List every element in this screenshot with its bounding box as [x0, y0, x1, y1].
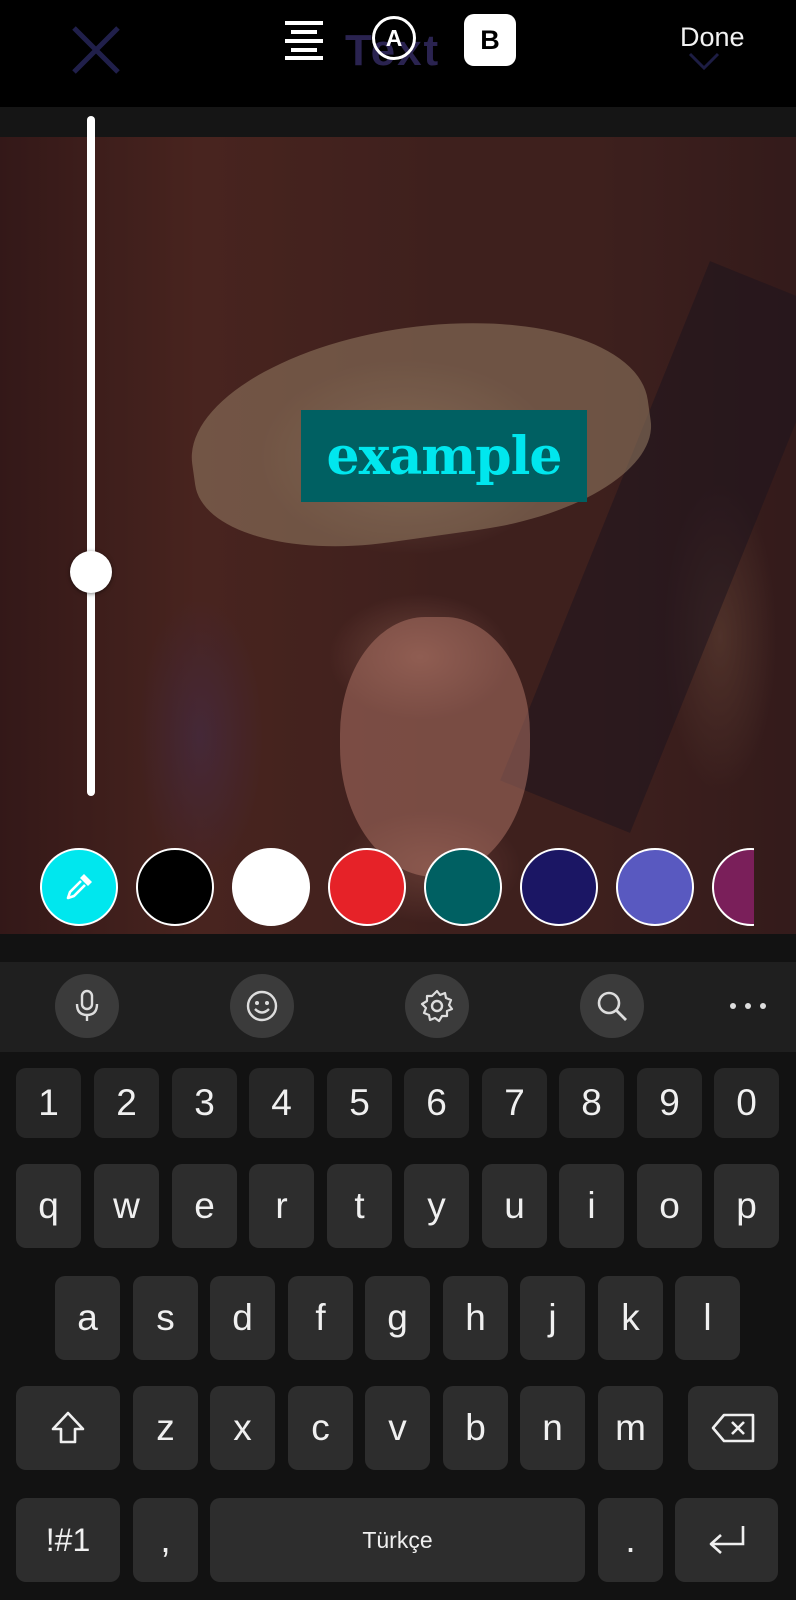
key-c[interactable]: c	[288, 1386, 353, 1470]
key-w[interactable]: w	[94, 1164, 159, 1248]
text-align-center-icon[interactable]	[283, 18, 325, 60]
key-s[interactable]: s	[133, 1276, 198, 1360]
key-q[interactable]: q	[16, 1164, 81, 1248]
key-a[interactable]: a	[55, 1276, 120, 1360]
canvas-top-strip	[0, 107, 796, 137]
key-k[interactable]: k	[598, 1276, 663, 1360]
key-n[interactable]: n	[520, 1386, 585, 1470]
key-t[interactable]: t	[327, 1164, 392, 1248]
more-icon[interactable]	[730, 994, 766, 1018]
top-toolbar: Text A B Done	[0, 0, 796, 107]
symbols-key[interactable]: !#1	[16, 1498, 120, 1582]
emoji-button[interactable]	[230, 974, 294, 1038]
keyboard-toolbar	[0, 962, 796, 1052]
text-overlay-value: example	[326, 425, 563, 487]
color-swatch-red[interactable]	[328, 848, 406, 926]
key-f[interactable]: f	[288, 1276, 353, 1360]
enter-key[interactable]	[675, 1498, 778, 1582]
gear-icon	[420, 989, 454, 1023]
comma-key[interactable]: ,	[133, 1498, 198, 1582]
key-l[interactable]: l	[675, 1276, 740, 1360]
key-p[interactable]: p	[714, 1164, 779, 1248]
key-r[interactable]: r	[249, 1164, 314, 1248]
shift-key[interactable]	[16, 1386, 120, 1470]
text-size-slider-thumb[interactable]	[70, 551, 112, 593]
color-palette	[40, 848, 754, 930]
key-z[interactable]: z	[133, 1386, 198, 1470]
key-u[interactable]: u	[482, 1164, 547, 1248]
key-o[interactable]: o	[637, 1164, 702, 1248]
keyboard-gap	[0, 934, 796, 962]
eyedropper-icon	[66, 874, 92, 900]
photo-canvas[interactable]	[0, 137, 796, 934]
search-icon	[597, 991, 627, 1021]
key-0[interactable]: 0	[714, 1068, 779, 1138]
check-icon	[688, 52, 720, 71]
voice-input-button[interactable]	[55, 974, 119, 1038]
shift-icon	[51, 1411, 85, 1444]
keyboard: 1 2 3 4 5 6 7 8 9 0 q w e r t y u i o p …	[0, 1052, 796, 1600]
key-m[interactable]: m	[598, 1386, 663, 1470]
period-key[interactable]: .	[598, 1498, 663, 1582]
key-3[interactable]: 3	[172, 1068, 237, 1138]
key-b[interactable]: b	[443, 1386, 508, 1470]
key-h[interactable]: h	[443, 1276, 508, 1360]
done-button[interactable]: Done	[680, 22, 745, 53]
microphone-icon	[75, 989, 99, 1021]
color-swatch-teal[interactable]	[424, 848, 502, 926]
backspace-key[interactable]	[688, 1386, 778, 1470]
key-2[interactable]: 2	[94, 1068, 159, 1138]
enter-icon	[709, 1526, 744, 1554]
key-9[interactable]: 9	[637, 1068, 702, 1138]
emoji-icon	[246, 990, 278, 1022]
font-style-button[interactable]: A	[372, 16, 416, 60]
color-swatch-indigo[interactable]	[616, 848, 694, 926]
backspace-icon	[711, 1413, 755, 1443]
text-overlay[interactable]: example	[301, 410, 587, 502]
color-swatch-white[interactable]	[232, 848, 310, 926]
keyboard-settings-button[interactable]	[405, 974, 469, 1038]
key-j[interactable]: j	[520, 1276, 585, 1360]
key-5[interactable]: 5	[327, 1068, 392, 1138]
key-7[interactable]: 7	[482, 1068, 547, 1138]
close-icon[interactable]	[68, 22, 124, 78]
keyboard-search-button[interactable]	[580, 974, 644, 1038]
color-swatch-black[interactable]	[136, 848, 214, 926]
key-8[interactable]: 8	[559, 1068, 624, 1138]
text-background-button[interactable]: B	[464, 14, 516, 66]
key-d[interactable]: d	[210, 1276, 275, 1360]
key-1[interactable]: 1	[16, 1068, 81, 1138]
color-swatch-plum[interactable]	[712, 848, 754, 926]
key-x[interactable]: x	[210, 1386, 275, 1470]
space-key[interactable]: Türkçe	[210, 1498, 585, 1582]
key-y[interactable]: y	[404, 1164, 469, 1248]
text-size-slider[interactable]	[87, 116, 95, 796]
key-e[interactable]: e	[172, 1164, 237, 1248]
key-g[interactable]: g	[365, 1276, 430, 1360]
key-6[interactable]: 6	[404, 1068, 469, 1138]
key-4[interactable]: 4	[249, 1068, 314, 1138]
color-swatch-navy[interactable]	[520, 848, 598, 926]
key-i[interactable]: i	[559, 1164, 624, 1248]
photo-face	[340, 617, 530, 877]
key-v[interactable]: v	[365, 1386, 430, 1470]
eyedropper-swatch[interactable]	[40, 848, 118, 926]
